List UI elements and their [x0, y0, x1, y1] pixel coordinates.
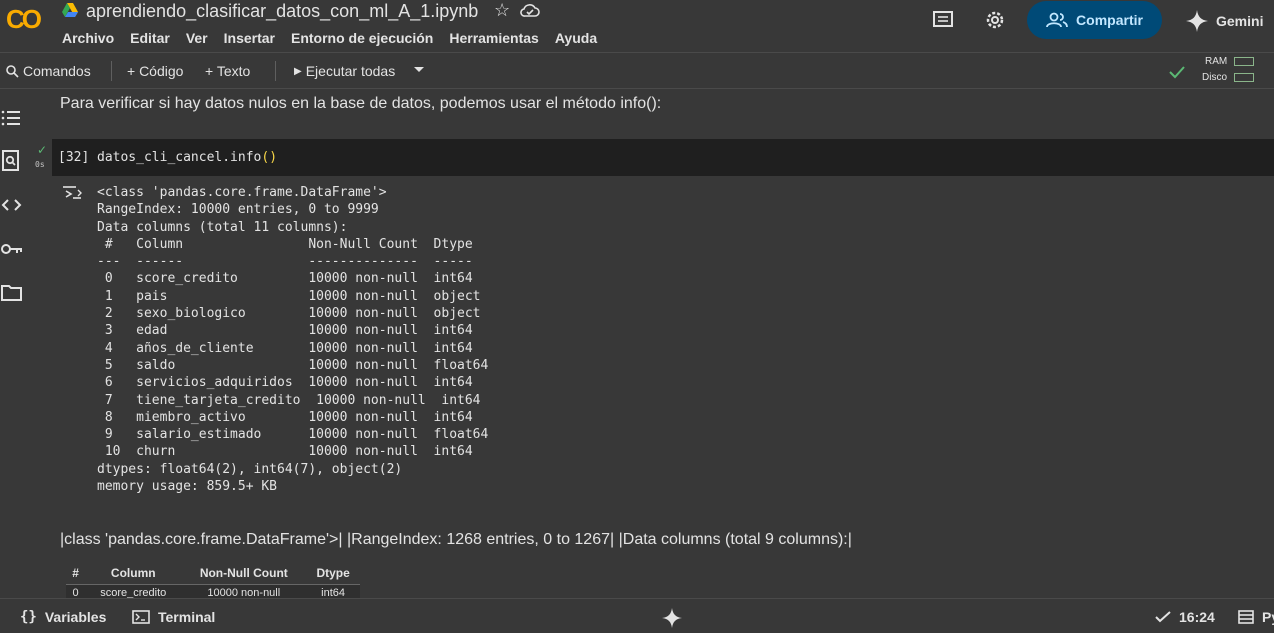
runtime-type[interactable]: Py [1238, 609, 1274, 625]
text-cell[interactable]: Para verificar si hay datos nulos en la … [60, 95, 661, 113]
execution-count: [32] [58, 150, 90, 165]
cloud-icon[interactable] [520, 2, 540, 18]
gemini-icon[interactable] [662, 608, 682, 628]
variables-icon: {} [20, 609, 37, 625]
runtime-icon [1238, 610, 1254, 624]
commands-label: Comandos [23, 63, 91, 79]
colab-logo[interactable]: CO [6, 4, 42, 35]
table-header: # [66, 562, 86, 585]
output-actions-icon[interactable] [62, 184, 84, 202]
toolbar: Comandos + Código + Texto ▶ Ejecutar tod… [0, 52, 1274, 89]
gemini-button[interactable]: Gemini [1186, 10, 1263, 32]
markdown-text[interactable]: |class 'pandas.core.frame.DataFrame'>| |… [60, 531, 852, 549]
markdown-table: # Column Non-Null Count Dtype 0 score_cr… [66, 562, 360, 601]
output-line: dtypes: float64(2), int64(7), object(2) [97, 461, 403, 477]
menu-ver[interactable]: Ver [186, 30, 208, 46]
output-line: # Column Non-Null Count Dtype [97, 236, 489, 252]
disk-meter[interactable] [1234, 73, 1254, 82]
add-text-button[interactable]: + Texto [205, 63, 250, 79]
run-all-dropdown[interactable] [413, 61, 425, 77]
output-line: 0 score_credito 10000 non-null int64 [97, 271, 489, 287]
menu-ayuda[interactable]: Ayuda [555, 30, 597, 46]
comment-icon[interactable] [932, 10, 954, 30]
output-line: --- ------ -------------- ----- [97, 254, 489, 270]
output-line: 7 tiene_tarjeta_credito 10000 non-null i… [97, 392, 497, 408]
toolbar-divider [111, 61, 112, 81]
files-folder-icon[interactable] [0, 281, 24, 305]
gemini-icon [1186, 10, 1208, 32]
variables-button[interactable]: {} Variables [20, 609, 106, 625]
output-line: Data columns (total 11 columns): [97, 219, 348, 235]
gemini-label: Gemini [1216, 13, 1264, 29]
toc-icon[interactable] [0, 106, 24, 130]
menu-bar: Archivo Editar Ver Insertar Entorno de e… [62, 30, 613, 46]
share-label: Compartir [1076, 12, 1143, 28]
output-line: 5 saldo 10000 non-null float64 [97, 357, 489, 373]
terminal-label: Terminal [158, 609, 216, 625]
code-editor[interactable]: datos_cli_cancel.info() [97, 150, 277, 165]
terminal-icon [132, 610, 150, 624]
run-all-label: Ejecutar todas [305, 63, 396, 79]
output-line: memory usage: 859.5+ KB [97, 479, 278, 495]
table-header: Dtype [306, 562, 360, 585]
ram-meter[interactable] [1234, 57, 1254, 66]
output-line: 8 miembro_activo 10000 non-null int64 [97, 409, 489, 425]
menu-archivo[interactable]: Archivo [62, 30, 114, 46]
variables-label: Variables [44, 609, 107, 625]
run-all-button[interactable]: ▶ Ejecutar todas [294, 63, 395, 79]
run-status-icon[interactable]: ✓ [37, 143, 47, 157]
code-parens: () [261, 150, 278, 165]
menu-entorno[interactable]: Entorno de ejecución [291, 30, 433, 46]
check-icon [1155, 611, 1171, 623]
connected-check-icon[interactable] [1168, 64, 1186, 80]
commands-button[interactable]: Comandos [6, 63, 91, 79]
output-line: 10 churn 10000 non-null int64 [97, 444, 489, 460]
secrets-key-icon[interactable] [0, 237, 24, 261]
table-header-row: # Column Non-Null Count Dtype [66, 562, 360, 585]
run-time: 0s [35, 160, 45, 169]
notebook-title[interactable]: aprendiendo_clasificar_datos_con_ml_A_1.… [86, 1, 478, 22]
sidebar [0, 90, 30, 598]
add-code-button[interactable]: + Código [127, 63, 183, 79]
output-line: 3 edad 10000 non-null int64 [97, 323, 489, 339]
code-text: datos_cli_cancel.info [97, 150, 262, 165]
share-button[interactable]: Compartir [1027, 1, 1162, 39]
code-snippets-icon[interactable] [0, 193, 24, 217]
header: CO aprendiendo_clasificar_datos_con_ml_A… [0, 0, 1274, 52]
output-line: 4 años_de_cliente 10000 non-null int64 [97, 340, 489, 356]
status-bar: {} Variables Terminal 16:24 Py [0, 598, 1274, 633]
menu-editar[interactable]: Editar [130, 30, 170, 46]
people-icon [1046, 12, 1068, 28]
execution-time[interactable]: 16:24 [1155, 609, 1215, 625]
terminal-button[interactable]: Terminal [132, 609, 215, 625]
time-label: 16:24 [1179, 609, 1215, 625]
output-line: 1 pais 10000 non-null object [97, 288, 489, 304]
search-icon [6, 64, 19, 78]
find-icon[interactable] [0, 149, 24, 173]
menu-herramientas[interactable]: Herramientas [449, 30, 539, 46]
output-line: <class 'pandas.core.frame.DataFrame'> [97, 185, 387, 200]
chevron-down-icon [414, 67, 424, 72]
toolbar-divider [275, 61, 276, 81]
table-header: Non-Null Count [181, 562, 307, 585]
runtime-label: Py [1262, 609, 1274, 625]
output-line: 2 sexo_biologico 10000 non-null object [97, 306, 489, 322]
play-icon: ▶ [294, 65, 302, 77]
disk-label[interactable]: Disco [1202, 72, 1227, 83]
table-header: Column [85, 562, 182, 585]
ram-label[interactable]: RAM [1205, 56, 1227, 67]
cell-output: <class 'pandas.core.frame.DataFrame'> Ran… [97, 184, 496, 495]
output-line: 6 servicios_adquiridos 10000 non-null in… [97, 375, 489, 391]
output-line: RangeIndex: 10000 entries, 0 to 9999 [97, 202, 379, 218]
star-icon[interactable]: ☆ [494, 0, 510, 21]
output-line: 9 salario_estimado 10000 non-null float6… [97, 427, 489, 443]
settings-icon[interactable] [984, 9, 1006, 31]
menu-insertar[interactable]: Insertar [224, 30, 275, 46]
drive-icon[interactable] [62, 3, 78, 17]
